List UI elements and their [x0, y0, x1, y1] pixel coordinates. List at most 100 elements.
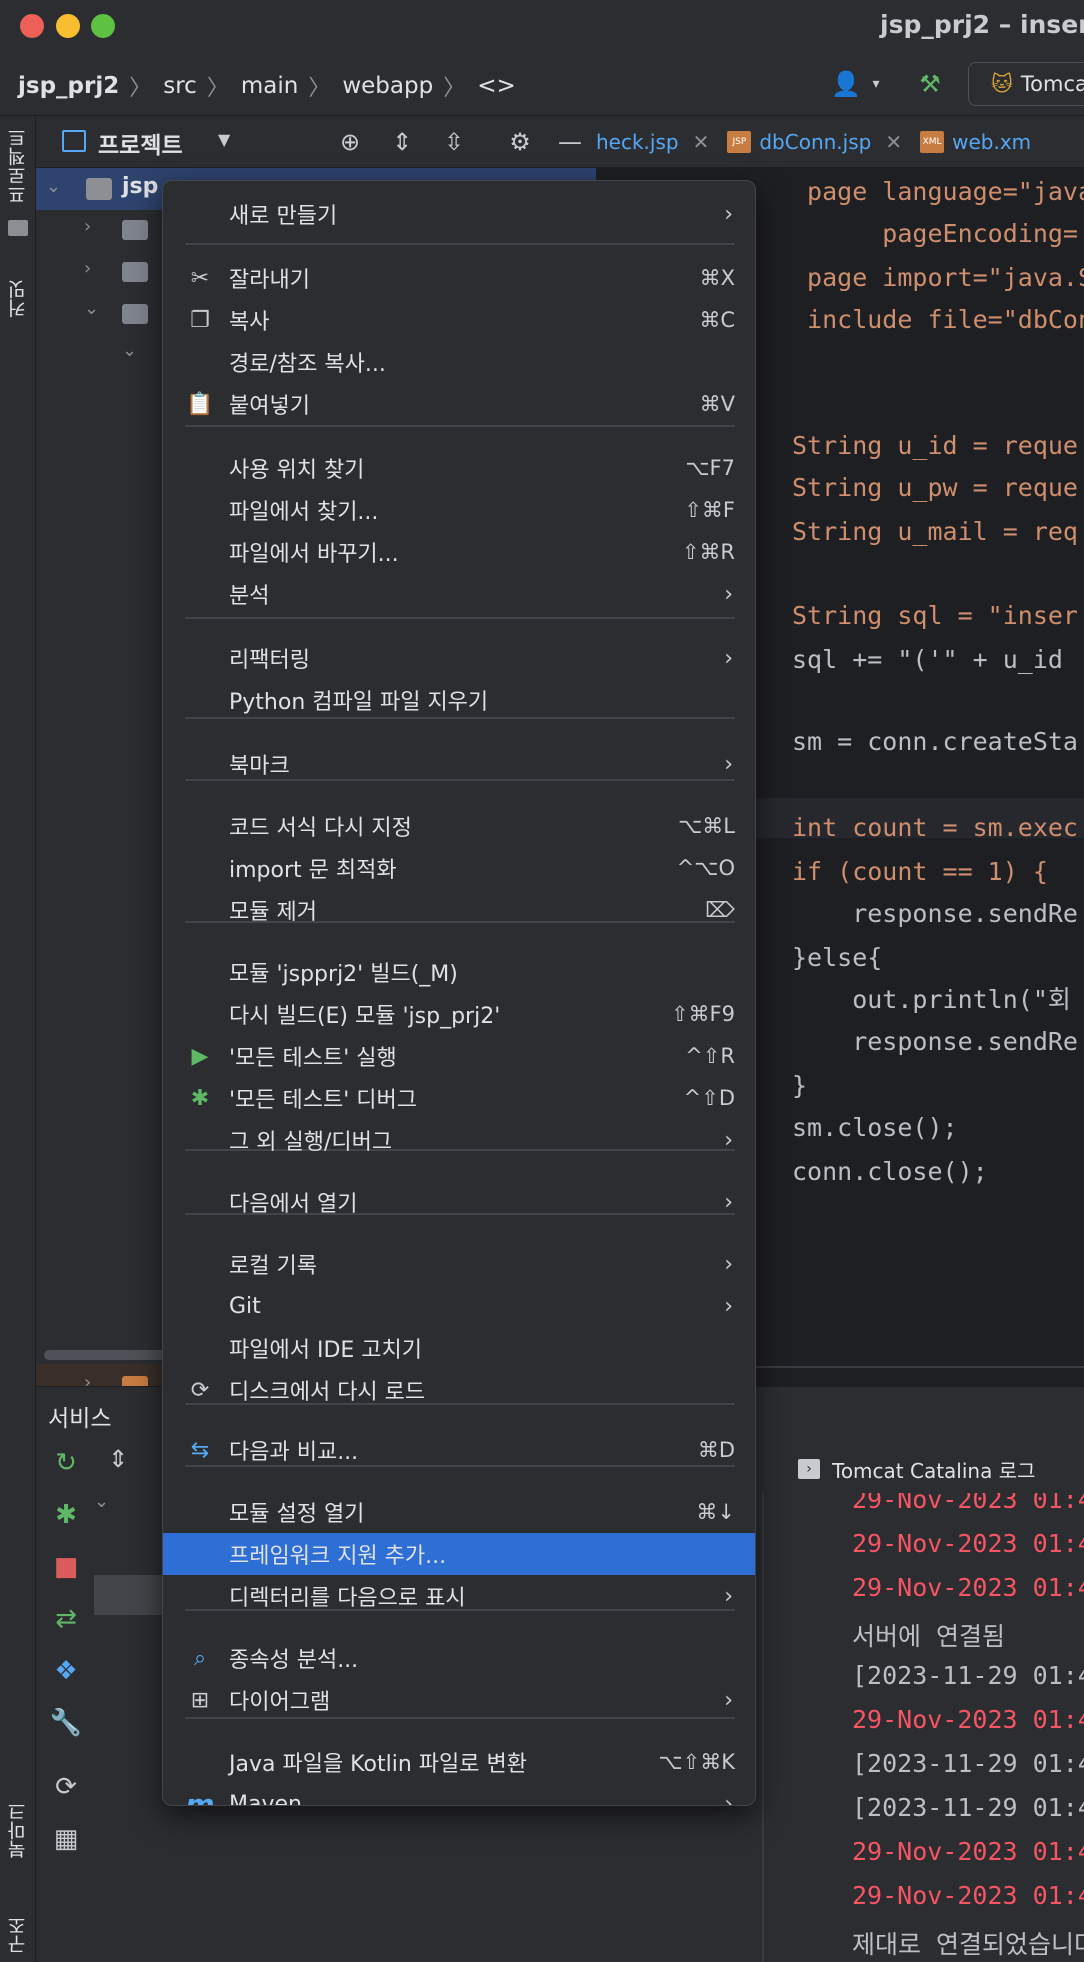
tab-dbconn-jsp[interactable]: JSP dbConn.jsp ✕ — [727, 130, 902, 154]
code-line[interactable]: if (count == 1) { — [792, 854, 1048, 890]
menu-item[interactable]: import 문 최적화 ^⌥O — [163, 847, 755, 889]
chevron-down-icon[interactable]: ▾ — [866, 64, 886, 104]
breadcrumb-main[interactable]: main — [241, 73, 298, 99]
user-account-icon[interactable]: 👤 — [826, 64, 866, 104]
menu-item[interactable]: ✂ 잘라내기 ⌘X — [163, 257, 755, 299]
tab-check-jsp[interactable]: heck.jsp ✕ — [596, 130, 709, 154]
menu-item[interactable]: 프레임워크 지원 추가... — [163, 1533, 755, 1575]
menu-item[interactable]: 경로/참조 복사... — [163, 341, 755, 383]
menu-item[interactable]: Java 파일을 Kotlin 파일로 변환 ⌥⇧⌘K — [163, 1741, 755, 1783]
chevron-down-icon[interactable]: ⌄ — [84, 298, 99, 319]
build-hammer-icon[interactable]: ⚒ — [910, 64, 950, 104]
menu-item[interactable]: ⇆ 다음과 비교... ⌘D — [163, 1429, 755, 1471]
deploy-icon[interactable]: ⇄ — [50, 1603, 82, 1635]
menu-item[interactable]: m Maven › — [163, 1783, 755, 1806]
chevron-right-icon[interactable]: › — [84, 258, 91, 279]
code-line[interactable]: String u_id = reque — [792, 428, 1078, 464]
chevron-down-icon[interactable]: ⌄ — [94, 1491, 109, 1512]
code-line[interactable]: String u_pw = reque — [792, 470, 1078, 506]
code-line[interactable]: }else{ — [792, 940, 882, 976]
menu-item[interactable]: 파일에서 IDE 고치기 — [163, 1327, 755, 1369]
menu-item[interactable]: 모듈 설정 열기 ⌘↓ — [163, 1491, 755, 1533]
menu-item[interactable]: 디렉터리를 다음으로 표시 › — [163, 1575, 755, 1617]
menu-item[interactable]: 📋 붙여넣기 ⌘V — [163, 383, 755, 425]
group-services-icon[interactable]: ❖ — [50, 1655, 82, 1687]
menu-item[interactable]: ▶ '모든 테스트' 실행 ^⇧R — [163, 1035, 755, 1077]
menu-item[interactable]: 로컬 기록 › — [163, 1243, 755, 1285]
expand-all-icon[interactable]: ⇕ — [108, 1445, 128, 1473]
menu-item[interactable]: ⟳ 디스크에서 다시 로드 — [163, 1369, 755, 1411]
code-line[interactable]: %@ include file="dbCon — [596, 302, 1084, 338]
code-line[interactable]: %@ page language="java — [596, 174, 1084, 210]
maximize-window-button[interactable] — [91, 14, 115, 38]
code-line[interactable]: conn.close(); — [792, 1154, 988, 1190]
code-line[interactable]: String sql = "inser — [792, 598, 1078, 634]
code-line[interactable]: out.println("회 — [792, 982, 1071, 1018]
code-line[interactable]: String u_mail = req — [792, 514, 1078, 550]
menu-item[interactable]: 북마크 › — [163, 743, 755, 785]
gear-icon[interactable]: ⚙ — [502, 124, 538, 160]
menu-item[interactable]: 그 외 실행/디버그 › — [163, 1119, 755, 1161]
debug-icon[interactable]: ✱ — [50, 1499, 82, 1531]
refresh-icon[interactable]: ⟳ — [50, 1771, 82, 1803]
breadcrumb-src[interactable]: src — [163, 73, 197, 99]
minimize-window-button[interactable] — [56, 14, 80, 38]
code-line[interactable]: int count = sm.exec — [792, 810, 1078, 846]
breadcrumb-file[interactable]: <> — [477, 73, 516, 99]
chevron-down-icon[interactable]: ⌄ — [46, 176, 61, 197]
structure-tool-button[interactable]: 구조 — [4, 1916, 31, 1954]
menu-item[interactable]: 코드 서식 다시 지정 ⌥⌘L — [163, 805, 755, 847]
bookmarks-tool-button[interactable]: 북마크 — [4, 1802, 31, 1859]
code-line[interactable]: response.sendRe — [792, 896, 1078, 932]
code-line[interactable]: sm.close(); — [792, 1110, 958, 1146]
wrench-icon[interactable]: 🔧 — [50, 1707, 82, 1739]
menu-item[interactable]: ⊞ 다이어그램 › — [163, 1679, 755, 1721]
code-line[interactable]: %@ page import="java.S — [596, 260, 1084, 296]
menu-item[interactable]: 파일에서 찾기... ⇧⌘F — [163, 489, 755, 531]
layout-icon[interactable]: ▦ — [50, 1823, 82, 1855]
menu-item[interactable]: 리팩터링 › — [163, 637, 755, 679]
locate-file-icon[interactable]: ⊕ — [332, 124, 368, 160]
close-icon[interactable]: ✕ — [693, 130, 710, 154]
collapse-all-icon[interactable]: ⇳ — [436, 124, 472, 160]
menu-item[interactable]: 새로 만들기 › — [163, 193, 755, 235]
project-tool-button[interactable]: 프로젝트 — [4, 128, 31, 204]
project-title[interactable]: 프로젝트 — [98, 126, 183, 160]
menu-item[interactable]: 다시 빌드(E) 모듈 'jsp_prj2' ⇧⌘F9 — [163, 993, 755, 1035]
menu-item[interactable]: ✱ '모든 테스트' 디버그 ^⇧D — [163, 1077, 755, 1119]
chevron-down-icon[interactable]: ▼ — [218, 130, 230, 149]
code-line[interactable]: sm = conn.createSta — [792, 724, 1078, 760]
run-configuration-selector[interactable]: 🐱 Tomca — [968, 62, 1084, 106]
code-line[interactable]: } — [792, 1068, 807, 1104]
breadcrumb-webapp[interactable]: webapp — [342, 73, 433, 99]
expand-all-icon[interactable]: ⇕ — [384, 124, 420, 160]
menu-item[interactable]: 사용 위치 찾기 ⌥F7 — [163, 447, 755, 489]
commit-tool-button[interactable]: 커밋 — [4, 280, 31, 318]
scissors-icon: ✂ — [190, 265, 210, 291]
menu-item[interactable]: ❐ 복사 ⌘C — [163, 299, 755, 341]
breadcrumb-separator-icon: 〉 — [443, 76, 466, 101]
chevron-right-icon[interactable]: › — [84, 216, 91, 237]
tab-web-xml[interactable]: XML web.xm — [920, 130, 1031, 154]
services-splitter[interactable] — [762, 1493, 764, 1962]
close-window-button[interactable] — [20, 14, 44, 38]
minimize-panel-icon[interactable]: — — [552, 124, 588, 160]
menu-item[interactable]: 분석 › — [163, 573, 755, 615]
close-icon[interactable]: ✕ — [885, 130, 902, 154]
catalina-log-output[interactable]: 29-Nov-2023 01:43 29-Nov-2023 01:43 29-Nov… — [794, 1493, 1084, 1962]
menu-item[interactable]: 파일에서 바꾸기... ⇧⌘R — [163, 531, 755, 573]
menu-item[interactable]: Python 컴파일 파일 지우기 — [163, 679, 755, 721]
breadcrumb-project[interactable]: jsp_prj2 — [18, 73, 119, 99]
code-line[interactable]: pageEncoding= — [792, 216, 1078, 252]
menu-item[interactable]: Git › — [163, 1285, 755, 1327]
rerun-icon[interactable]: ↻ — [50, 1447, 82, 1479]
tab-tomcat-catalina-log[interactable]: › Tomcat Catalina 로그 — [798, 1447, 1036, 1491]
menu-item[interactable]: 모듈 'jspprj2' 빌드(_M) — [163, 951, 755, 993]
menu-item[interactable]: ⌕ 종속성 분석... — [163, 1637, 755, 1679]
code-line[interactable]: response.sendRe — [792, 1024, 1078, 1060]
menu-item[interactable]: 모듈 제거 ⌦ — [163, 889, 755, 931]
code-line[interactable]: sql += "('" + u_id — [792, 642, 1063, 678]
stop-icon[interactable]: ■ — [50, 1551, 82, 1583]
menu-item[interactable]: 다음에서 열기 › — [163, 1181, 755, 1223]
chevron-down-icon[interactable]: ⌄ — [122, 340, 137, 361]
